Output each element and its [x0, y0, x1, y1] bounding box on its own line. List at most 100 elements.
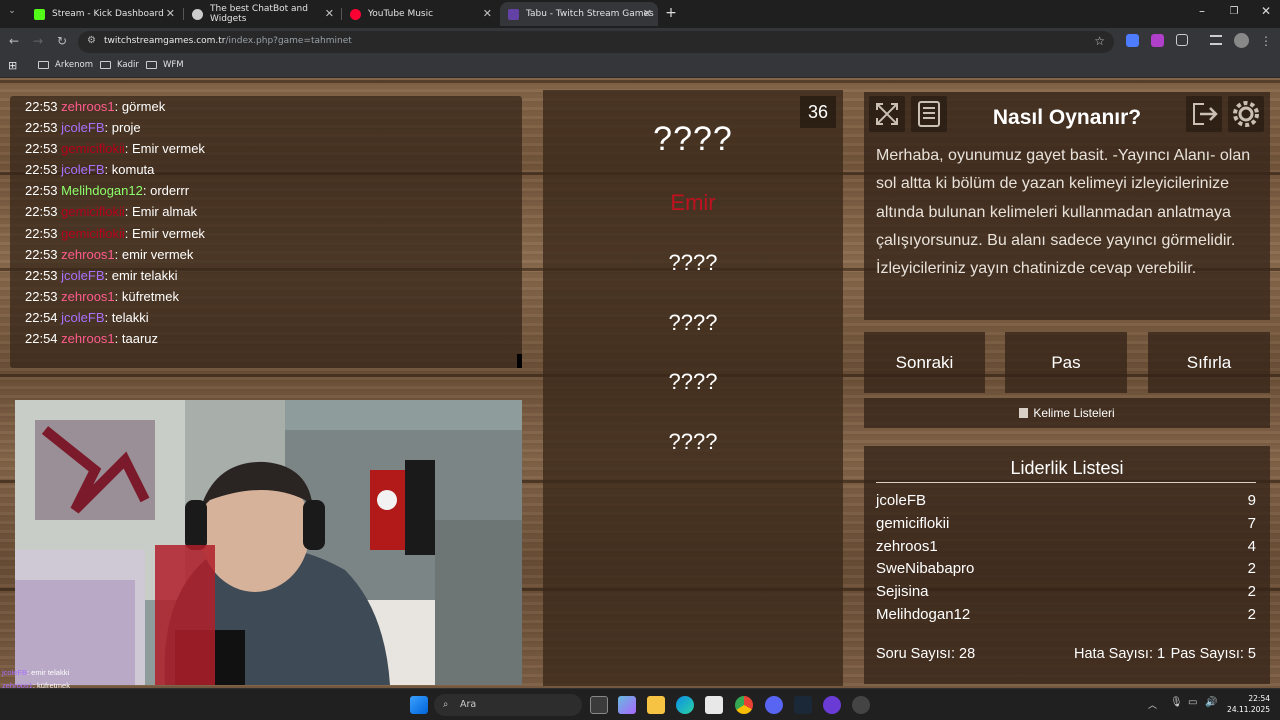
apps-grid-icon[interactable]: ⊞ — [8, 59, 17, 72]
tab-title: The best ChatBot and Widgets — [210, 4, 308, 24]
streaming-app-icon[interactable] — [823, 696, 841, 714]
chat-text: : orderrr — [142, 183, 190, 199]
site-info-icon[interactable]: ⚙ — [87, 35, 96, 46]
bookmarks-bar: ⊞ Arkenom Kadir WFM — [0, 56, 1280, 78]
chat-username[interactable]: jcoleFB — [61, 162, 104, 177]
tab-search-icon[interactable]: ⌄ — [4, 6, 20, 16]
webcam-image — [15, 400, 522, 685]
task-view-icon[interactable] — [590, 696, 608, 714]
player-name: zehroos1 — [876, 537, 938, 555]
window-close-icon[interactable]: ✕ — [1256, 4, 1276, 18]
bookmark-arkenom[interactable]: Arkenom — [38, 60, 93, 70]
close-icon[interactable]: ✕ — [166, 7, 175, 20]
chat-username[interactable]: jcoleFB — [61, 310, 104, 325]
overlay-chat-message: jcoleFB: emir telakki — [2, 668, 70, 677]
folder-icon — [146, 61, 157, 69]
chat-message: 22:53 gemiciflokii: Emir almak — [10, 201, 522, 222]
profile-avatar[interactable] — [1234, 33, 1249, 48]
chat-time: 22:53 — [25, 183, 58, 199]
settings-button[interactable] — [1228, 96, 1264, 132]
hidden-word: ???? — [668, 369, 718, 394]
reset-button[interactable]: Sıfırla — [1148, 332, 1270, 393]
leaderboard-row: zehroos1 4 — [876, 538, 1256, 560]
microphone-icon[interactable]: 🎙 — [1170, 697, 1183, 708]
game-page: 22:53 zehroos1: görmek 22:53 jcoleFB: pro… — [0, 78, 1280, 688]
chat-username[interactable]: zehroos1 — [61, 247, 114, 262]
chat-username[interactable]: Melihdogan12 — [61, 183, 143, 198]
chat-username[interactable]: zehroos1 — [61, 331, 114, 346]
chat-username[interactable]: zehroos1 — [61, 289, 114, 304]
gear-icon — [1233, 101, 1259, 127]
copilot-icon[interactable] — [618, 696, 636, 714]
volume-icon[interactable]: 🔊 — [1205, 697, 1217, 708]
chat-username[interactable]: gemiciflokii — [61, 204, 125, 219]
logout-icon — [1193, 103, 1218, 125]
address-bar[interactable]: ⚙ twitchstreamgames.com.tr/index.php?gam… — [78, 31, 1114, 53]
bookmark-kadir[interactable]: Kadir — [100, 60, 139, 70]
chat-time: 22:53 — [25, 99, 58, 114]
new-tab-icon[interactable]: + — [661, 5, 681, 21]
twitch-icon — [508, 8, 519, 20]
extension-icon[interactable] — [1151, 34, 1164, 47]
chat-username[interactable]: zehroos1 — [61, 99, 114, 114]
word-lists-button[interactable]: Kelime Listeleri — [864, 398, 1270, 428]
pass-button[interactable]: Pas — [1005, 332, 1127, 393]
tray-chevron-icon[interactable]: ︿ — [1148, 698, 1157, 711]
hidden-word: ???? — [668, 429, 718, 454]
bookmark-star-icon[interactable]: ☆ — [1094, 34, 1105, 48]
translate-extension-icon[interactable] — [1126, 34, 1139, 47]
chat-text: : Emir vermek — [124, 225, 205, 241]
chat-time: 22:53 — [25, 246, 58, 262]
chat-message: 22:53 zehroos1: görmek — [10, 96, 522, 117]
store-icon[interactable] — [705, 696, 723, 714]
chat-message: 22:53 zehroos1: küfretmek — [10, 286, 522, 307]
chrome-icon[interactable] — [735, 696, 753, 714]
chat-time: 22:53 — [25, 162, 58, 178]
webcam-feed — [15, 400, 522, 685]
discord-icon[interactable] — [765, 696, 783, 714]
taskbar-search[interactable]: ⌕ Ara — [434, 694, 582, 716]
chat-scrollbar[interactable] — [517, 354, 522, 368]
hidden-word: ???? — [668, 250, 718, 275]
youtube-music-icon — [350, 8, 361, 20]
tab-chatbot[interactable]: The best ChatBot and Widgets ✕ — [184, 2, 340, 26]
chat-text: : komuta — [104, 162, 155, 178]
edge-icon[interactable] — [676, 696, 694, 714]
start-icon[interactable] — [410, 696, 428, 714]
forward-icon[interactable]: → — [30, 34, 46, 48]
bookmark-wfm[interactable]: WFM — [146, 60, 184, 70]
back-icon[interactable]: ← — [6, 34, 22, 48]
close-icon[interactable]: ✕ — [643, 7, 652, 20]
chat-username[interactable]: gemiciflokii — [61, 226, 125, 241]
chat-time: 22:53 — [25, 141, 58, 157]
chat-username[interactable]: jcoleFB — [61, 120, 104, 135]
chat-text: : taaruz — [114, 331, 159, 347]
reload-icon[interactable]: ↻ — [54, 34, 70, 48]
search-icon: ⌕ — [443, 699, 449, 710]
leaderboard-title: Liderlik Listesi — [1010, 458, 1124, 478]
close-icon[interactable]: ✕ — [483, 7, 492, 20]
tab-title: Tabu - Twitch Stream Games — [526, 9, 654, 19]
close-icon[interactable]: ✕ — [325, 7, 334, 20]
restore-icon[interactable]: ❐ — [1224, 6, 1244, 17]
chat-message: 22:53 Melihdogan12: orderrr — [10, 180, 522, 201]
help-text: Merhaba, oyunumuz gayet basit. -Yayıncı … — [876, 147, 1251, 278]
next-button[interactable]: Sonraki — [864, 332, 985, 393]
chat-text: : telakki — [104, 309, 149, 325]
menu-icon[interactable]: ⋮ — [1258, 34, 1274, 48]
steam-icon[interactable] — [794, 696, 812, 714]
clock[interactable]: 22:54 24.11.2025 — [1227, 693, 1270, 715]
tab-youtube-music[interactable]: YouTube Music ✕ — [342, 2, 498, 26]
tab-title: Stream - Kick Dashboard — [52, 9, 164, 19]
app-icon[interactable] — [852, 696, 870, 714]
minimize-icon[interactable]: – — [1192, 4, 1212, 18]
extensions-puzzle-icon[interactable] — [1176, 34, 1188, 46]
tab-kick-dashboard[interactable]: Stream - Kick Dashboard ✕ — [26, 2, 181, 26]
file-explorer-icon[interactable] — [647, 696, 665, 714]
logout-button[interactable] — [1186, 96, 1222, 132]
tab-tabu[interactable]: Tabu - Twitch Stream Games ✕ — [500, 2, 658, 26]
chat-username[interactable]: gemiciflokii — [61, 141, 125, 156]
reading-list-icon[interactable] — [1210, 35, 1222, 45]
network-icon[interactable]: ▭ — [1188, 697, 1197, 708]
chat-username[interactable]: jcoleFB — [61, 268, 104, 283]
